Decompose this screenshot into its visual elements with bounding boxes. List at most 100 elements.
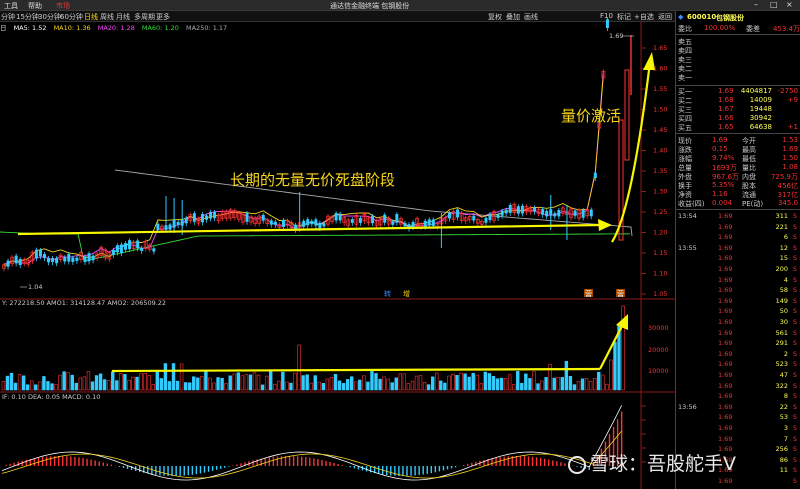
volume-bar [50,383,54,391]
divider [676,133,800,134]
volume-bar [151,384,155,391]
volume-bar [321,383,326,391]
quote-row[interactable]: 收益(四) 0.004 PE(动) 345.0 [678,199,798,208]
tick-row: 1.69 561 S [678,329,798,338]
volume-bar [597,371,601,391]
volume-bar [277,380,281,391]
sell-row[interactable]: 卖四 [678,46,798,55]
quote-row[interactable]: 外盘 967.6万 内盘 725.9万 [678,172,798,181]
close-icon[interactable]: × [786,0,793,9]
candle-body [516,206,520,214]
quote-row[interactable]: 现价 1.69 今开 1.53 [678,136,798,145]
macd-bars [1,405,623,481]
candle-body [63,257,67,262]
tick-p: 1.69 [718,349,733,358]
kline-chart-area[interactable]: 转 增 营 营 1.69 1.04 1.651.601.551.501.451.… [0,0,675,489]
divider [676,34,800,35]
sell-row[interactable]: 卖一 [678,73,798,82]
tick-v: 6 [783,233,788,242]
tick-v: 12 [779,243,788,252]
quote-row[interactable]: 总量 1693万 量比 1.08 [678,163,798,172]
candle-body [605,19,609,28]
volume-bar [378,378,382,391]
tick-p: 1.69 [718,360,733,369]
volume-bar [463,373,467,391]
tick-f: S [792,466,797,475]
tick-f: S [792,455,797,464]
watermark: 雪球：吾股舵手V [568,449,736,476]
price-axis-label: 1.45 [653,126,667,134]
volume-bar [588,380,593,391]
quote-row[interactable]: 换手 5.35% 股本 456亿 [678,181,798,190]
volume-bar [503,378,508,391]
tick-row: 1.69 149 S [678,297,798,306]
volume-bar [382,376,386,391]
volume-bar [102,379,107,391]
tick-f: S [792,339,797,348]
tick-v: 561 [775,328,788,337]
buy-row[interactable]: 买二 1.68 14009 +9 [678,96,798,105]
quote-label-2: PE(动) [742,200,764,208]
volume-bar [592,378,597,391]
volume-bar [240,375,245,391]
tick-f: S [792,307,797,316]
volume-bar [301,375,305,391]
buy-row[interactable]: 买一 1.69 4404817 -2750 [678,87,798,96]
maximize-icon[interactable]: □ [770,0,778,9]
candle-body [140,247,144,251]
tick-row: 1.69 7 S [678,435,798,444]
event-marker-3[interactable]: 营 [585,289,592,298]
event-marker-1[interactable]: 转 [384,289,391,298]
candle-body [322,223,326,227]
candle-body [245,213,249,222]
price-axis-label: 1.40 [653,147,667,155]
volume-bar [560,377,565,391]
event-marker-2[interactable]: 增 [403,289,410,298]
minimize-icon[interactable]: – [754,0,758,9]
volume-bar [426,384,431,391]
volume-bar [325,378,330,391]
sell-row[interactable]: 卖二 [678,64,798,73]
event-marker-4[interactable]: 营 [617,289,624,298]
tick-p: 1.69 [718,402,733,411]
candle-body [456,209,460,218]
volume-bar [613,341,617,391]
buy-row[interactable]: 买四 1.66 30942 [678,114,798,123]
quote-label-1: 收益(四) [678,200,705,208]
volume-bar [46,381,50,391]
buy-row[interactable]: 买三 1.67 19448 [678,105,798,114]
sell-row[interactable]: 卖三 [678,55,798,64]
candle-body [205,215,208,220]
volume-bar [119,373,123,391]
tick-row: 1.69 8 S [678,392,798,401]
tick-p: 1.69 [718,371,733,379]
tick-row: 1.69 4 S [678,276,798,285]
candle-body [395,214,399,223]
tick-f: S [792,371,797,379]
watermark-text: 雪球：吾股舵手V [590,453,736,475]
volume-bar [167,381,172,391]
quote-row[interactable]: 涨跌 0.15 最高 1.69 [678,145,798,154]
quote-row[interactable]: 涨幅 9.74% 最低 1.50 [678,154,798,163]
tick-f: S [792,265,797,273]
tick-f: S [792,381,797,390]
buy-volume: 19448 [749,105,772,113]
volume-bar [511,384,516,391]
volume-bar [479,383,483,391]
tick-f: S [792,434,797,443]
candle-body [124,243,127,250]
volume-bar [459,372,463,391]
volume-bar [398,373,402,391]
buy-row[interactable]: 买五 1.65 64638 +1 [678,123,798,132]
volume-bar [540,380,544,391]
quote-row[interactable]: 净资 1.16 流通 317亿 [678,190,798,199]
volume-bar [414,375,419,391]
buy-price: 1.69 [718,87,734,95]
sell-row[interactable]: 卖五 [678,37,798,46]
tick-f: S [792,286,797,295]
tick-v: 22 [779,402,788,411]
volume-bar [200,376,204,391]
volume-bar [236,372,240,391]
volume-bar [341,383,346,391]
candle-body [310,220,314,225]
